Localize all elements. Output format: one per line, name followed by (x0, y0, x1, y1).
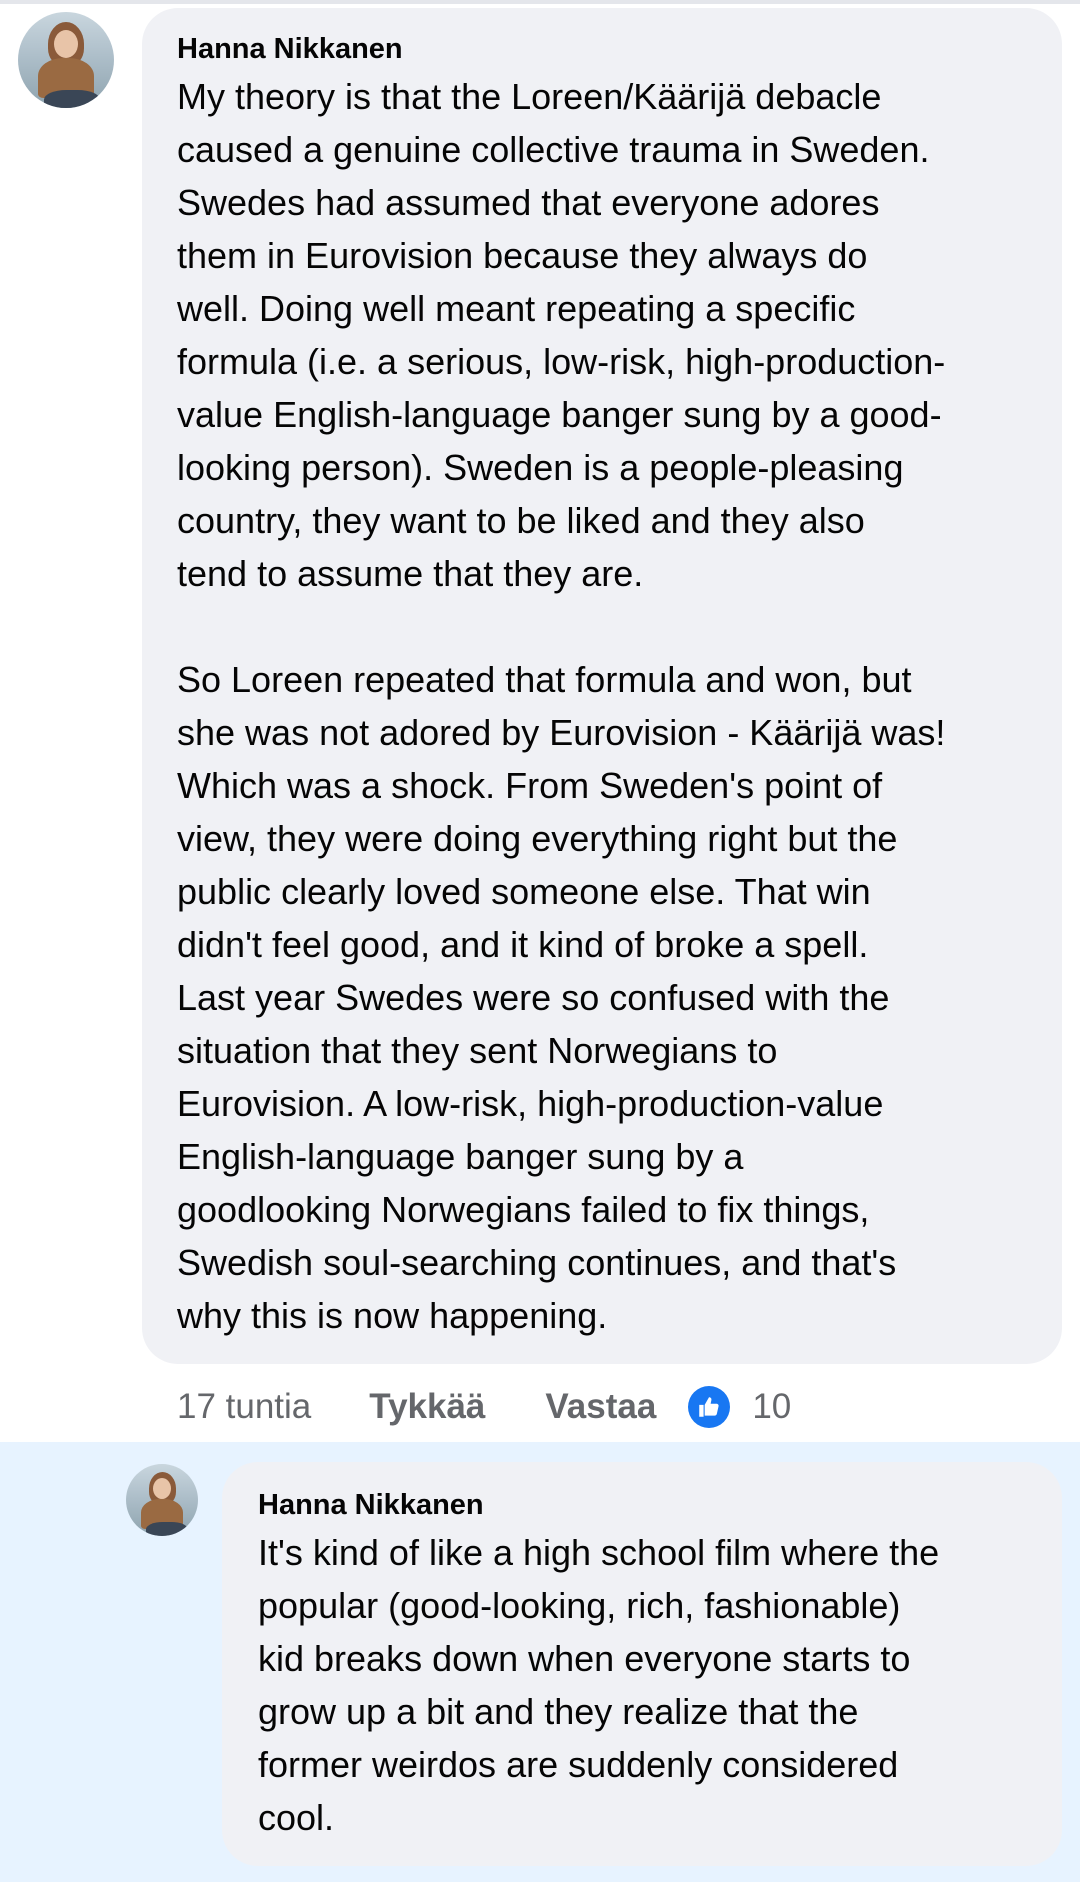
reply-line: kid breaks down when everyone starts to (258, 1638, 911, 1679)
top-divider (0, 0, 1080, 4)
reply-author-avatar[interactable] (126, 1464, 198, 1536)
avatar-jeans (146, 1522, 188, 1536)
reply-line: popular (good-looking, rich, fashionable… (258, 1585, 901, 1626)
reaction-count[interactable]: 10 (752, 1387, 791, 1427)
comment-line: Eurovision. A low-risk, high-production-… (177, 1083, 884, 1124)
reply-author[interactable]: Hanna Nikkanen (258, 1488, 1032, 1522)
comment-line: public clearly loved someone else. That … (177, 871, 871, 912)
comment-line: well. Doing well meant repeating a speci… (177, 288, 856, 329)
reply-button[interactable]: Vastaa (545, 1387, 656, 1427)
comment-line: My theory is that the Loreen/Käärijä deb… (177, 76, 882, 117)
comment-line: looking person). Sweden is a people-plea… (177, 447, 904, 488)
author-avatar[interactable] (18, 12, 114, 108)
comment-line: value English-language banger sung by a … (177, 394, 942, 435)
comment-actions: 17 tuntia Tykkää Vastaa 10 (177, 1383, 791, 1431)
thumbs-up-icon[interactable] (688, 1386, 731, 1428)
comment-line: why this is now happening. (177, 1295, 608, 1336)
comment-line: she was not adored by Eurovision - Kääri… (177, 712, 946, 753)
comment-author[interactable]: Hanna Nikkanen (177, 32, 1032, 66)
comment-line: So Loreen repeated that formula and won,… (177, 659, 912, 700)
comment-line: goodlooking Norwegians failed to fix thi… (177, 1189, 870, 1230)
avatar-jeans (44, 90, 100, 108)
reply-thread-highlight: Hanna Nikkanen It's kind of like a high … (0, 1442, 1080, 1882)
comment-line: tend to assume that they are. (177, 553, 644, 594)
comment-line: Swedish soul-searching continues, and th… (177, 1242, 897, 1283)
comment-line: Last year Swedes were so confused with t… (177, 977, 890, 1018)
comment-line: Swedes had assumed that everyone adores (177, 182, 880, 223)
reply-bubble: Hanna Nikkanen It's kind of like a high … (222, 1462, 1062, 1866)
comment-paragraph-1: My theory is that the Loreen/Käärijä deb… (177, 70, 1032, 600)
reply-line: It's kind of like a high school film whe… (258, 1532, 940, 1573)
comment-timestamp[interactable]: 17 tuntia (177, 1387, 311, 1427)
reply-line: former weirdos are suddenly considered (258, 1744, 899, 1785)
comment-line: didn't feel good, and it kind of broke a… (177, 924, 869, 965)
like-button[interactable]: Tykkää (369, 1387, 485, 1427)
comment-paragraph-2: So Loreen repeated that formula and won,… (177, 653, 1032, 1342)
comment-bubble: Hanna Nikkanen My theory is that the Lor… (142, 8, 1062, 1364)
comment-line: them in Eurovision because they always d… (177, 235, 868, 276)
avatar-face (153, 1478, 171, 1499)
reply-body: It's kind of like a high school film whe… (258, 1526, 1032, 1844)
comment-body: My theory is that the Loreen/Käärijä deb… (177, 70, 1032, 1342)
comment-line: English-language banger sung by a (177, 1136, 744, 1177)
comment-line: formula (i.e. a serious, low-risk, high-… (177, 341, 946, 382)
reply-line: grow up a bit and they realize that the (258, 1691, 859, 1732)
comment-line: Which was a shock. From Sweden's point o… (177, 765, 883, 806)
avatar-face (54, 30, 78, 58)
comment-line: country, they want to be liked and they … (177, 500, 865, 541)
reply-line: cool. (258, 1797, 335, 1838)
comment-line: view, they were doing everything right b… (177, 818, 898, 859)
comment-line: caused a genuine collective trauma in Sw… (177, 129, 930, 170)
comment-line: situation that they sent Norwegians to (177, 1030, 778, 1071)
